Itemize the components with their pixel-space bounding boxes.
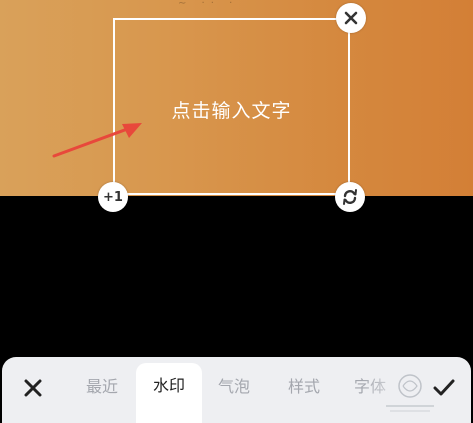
watermark-logo: [386, 374, 434, 412]
rotate-icon: [343, 189, 357, 205]
cancel-button[interactable]: [16, 365, 50, 409]
tab-style[interactable]: 样式: [274, 365, 334, 409]
copy-handle-label: +1: [103, 189, 123, 205]
delete-text-button[interactable]: [336, 3, 366, 33]
duplicate-text-button[interactable]: +1: [98, 182, 128, 212]
red-arrow-annotation: [52, 123, 142, 158]
tab-bubble[interactable]: 气泡: [204, 365, 264, 409]
text-box[interactable]: 点击输入文字: [113, 18, 350, 195]
close-icon: [344, 11, 358, 25]
photo-texture: ∼ ·· ·: [178, 0, 239, 9]
tab-watermark[interactable]: 水印: [136, 363, 202, 423]
rotate-scale-handle[interactable]: [335, 182, 365, 212]
tab-recent[interactable]: 最近: [72, 365, 132, 409]
canvas-empty-area: [0, 196, 473, 360]
close-icon: [24, 379, 42, 396]
